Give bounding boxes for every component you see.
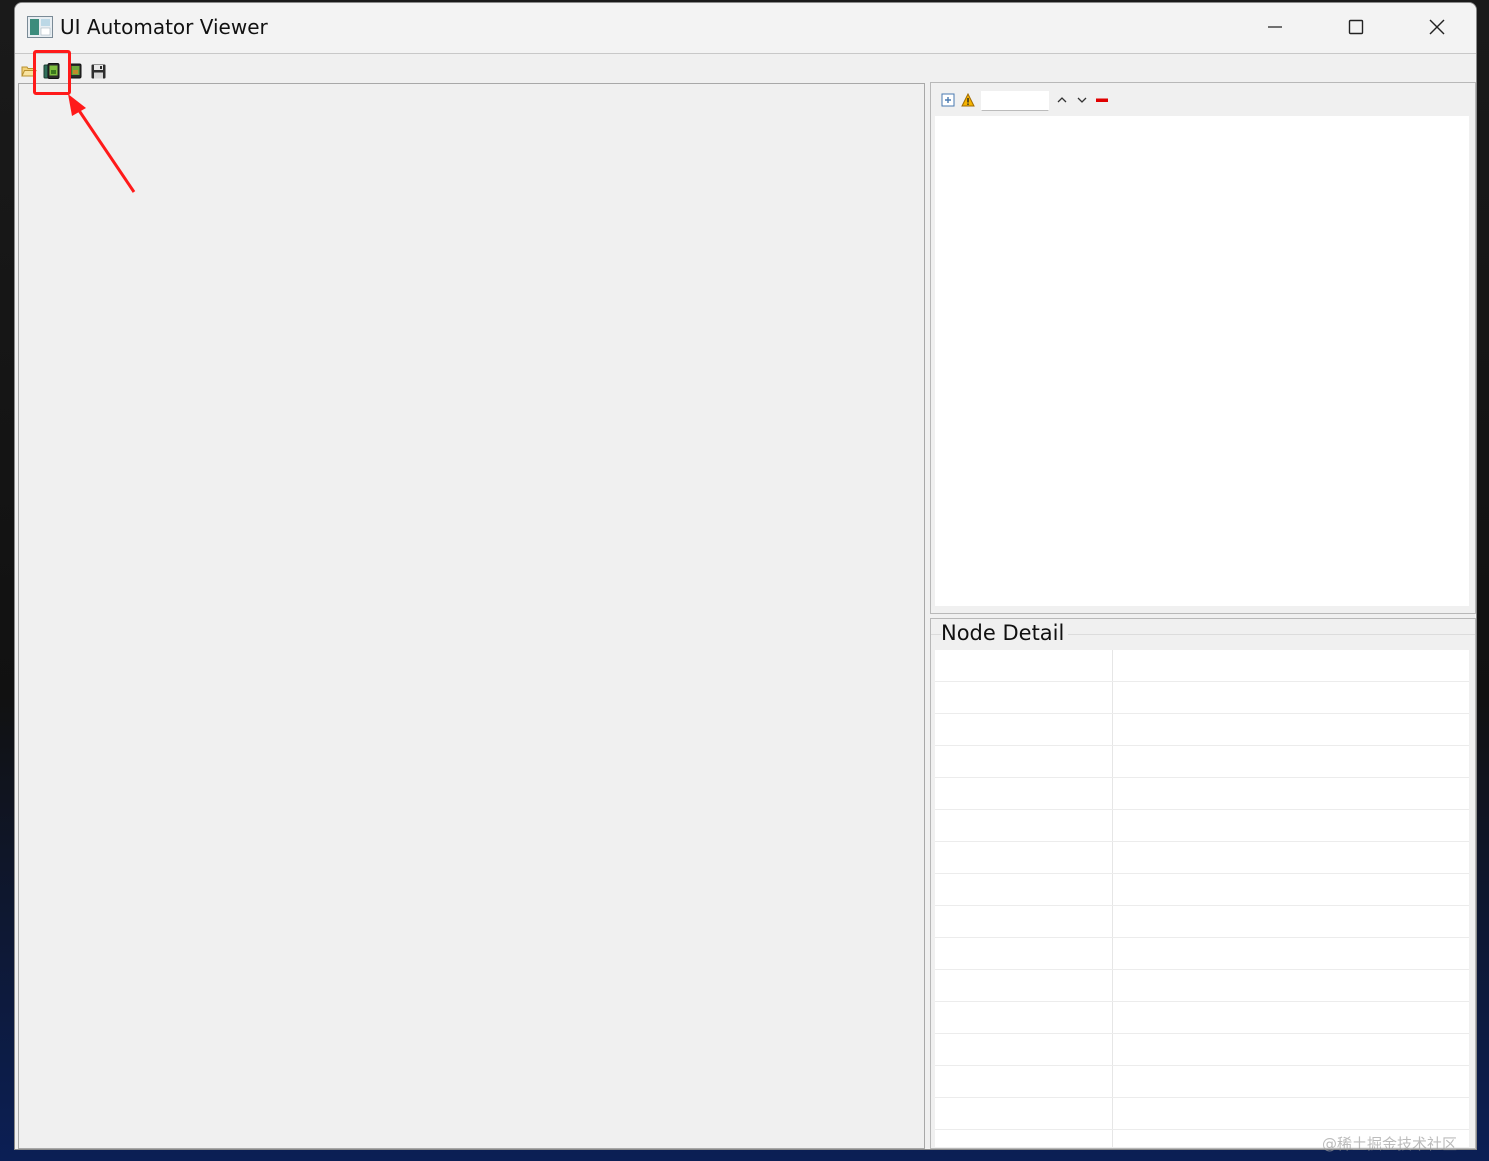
- table-row[interactable]: [935, 810, 1469, 842]
- app-window-icon: [27, 16, 53, 38]
- maximize-button[interactable]: [1316, 3, 1396, 51]
- table-cell-key: [935, 714, 1113, 745]
- title-bar[interactable]: UI Automator Viewer: [15, 3, 1476, 53]
- table-row[interactable]: [935, 938, 1469, 970]
- ui-hierarchy-panel: [930, 82, 1476, 614]
- clear-icon[interactable]: [1095, 92, 1109, 111]
- hierarchy-tree[interactable]: [935, 116, 1469, 606]
- close-icon: [1429, 19, 1445, 35]
- table-row[interactable]: [935, 650, 1469, 682]
- table-cell-value: [1113, 682, 1469, 713]
- table-cell-value: [1113, 1066, 1469, 1097]
- previous-icon[interactable]: [1055, 92, 1069, 111]
- annotation-arrow-icon: [68, 94, 136, 193]
- table-cell-value: [1113, 874, 1469, 905]
- table-cell-value: [1113, 906, 1469, 937]
- app-window: UI Automator Viewer Node Detail: [14, 2, 1477, 1150]
- watermark: @稀土掘金技术社区: [1322, 1135, 1458, 1153]
- table-cell-key: [935, 650, 1113, 681]
- node-detail-panel: Node Detail: [930, 618, 1476, 1149]
- table-row[interactable]: [935, 906, 1469, 938]
- table-cell-value: [1113, 746, 1469, 777]
- table-cell-value: [1113, 714, 1469, 745]
- warning-icon[interactable]: [961, 92, 975, 111]
- hierarchy-toolbar: [941, 89, 1109, 113]
- save-button[interactable]: [88, 61, 108, 81]
- table-cell-key: [935, 1098, 1113, 1129]
- table-cell-key: [935, 682, 1113, 713]
- table-cell-value: [1113, 842, 1469, 873]
- table-row[interactable]: [935, 778, 1469, 810]
- table-cell-key: [935, 810, 1113, 841]
- table-row[interactable]: [935, 714, 1469, 746]
- window-title: UI Automator Viewer: [60, 15, 268, 39]
- minimize-icon: [1268, 26, 1282, 28]
- table-cell-value: [1113, 650, 1469, 681]
- table-cell-key: [935, 970, 1113, 1001]
- table-cell-value: [1113, 970, 1469, 1001]
- table-cell-value: [1113, 1034, 1469, 1065]
- table-row[interactable]: [935, 842, 1469, 874]
- table-cell-value: [1113, 810, 1469, 841]
- save-icon: [91, 64, 105, 78]
- search-input[interactable]: [981, 91, 1049, 111]
- table-cell-key: [935, 746, 1113, 777]
- table-cell-key: [935, 906, 1113, 937]
- table-cell-value: [1113, 778, 1469, 809]
- node-detail-table[interactable]: [935, 650, 1469, 1147]
- table-cell-key: [935, 778, 1113, 809]
- table-cell-value: [1113, 1098, 1469, 1129]
- table-cell-value: [1113, 1002, 1469, 1033]
- table-row[interactable]: [935, 1034, 1469, 1066]
- expand-all-icon[interactable]: [941, 92, 955, 111]
- table-cell-key: [935, 1066, 1113, 1097]
- close-button[interactable]: [1397, 3, 1476, 51]
- table-row[interactable]: [935, 746, 1469, 778]
- node-detail-title: Node Detail: [941, 621, 1069, 645]
- table-row[interactable]: [935, 874, 1469, 906]
- maximize-icon: [1348, 19, 1364, 35]
- title-separator: [15, 53, 1476, 54]
- next-icon[interactable]: [1075, 92, 1089, 111]
- table-row[interactable]: [935, 1066, 1469, 1098]
- table-row[interactable]: [935, 682, 1469, 714]
- table-row[interactable]: [935, 1002, 1469, 1034]
- minimize-button[interactable]: [1235, 3, 1315, 51]
- table-cell-key: [935, 1130, 1113, 1147]
- table-row[interactable]: [935, 1098, 1469, 1130]
- table-cell-key: [935, 1034, 1113, 1065]
- table-cell-key: [935, 938, 1113, 969]
- table-row[interactable]: [935, 970, 1469, 1002]
- table-cell-key: [935, 874, 1113, 905]
- table-cell-key: [935, 842, 1113, 873]
- screenshot-canvas[interactable]: [18, 83, 925, 1149]
- table-cell-key: [935, 1002, 1113, 1033]
- table-cell-value: [1113, 938, 1469, 969]
